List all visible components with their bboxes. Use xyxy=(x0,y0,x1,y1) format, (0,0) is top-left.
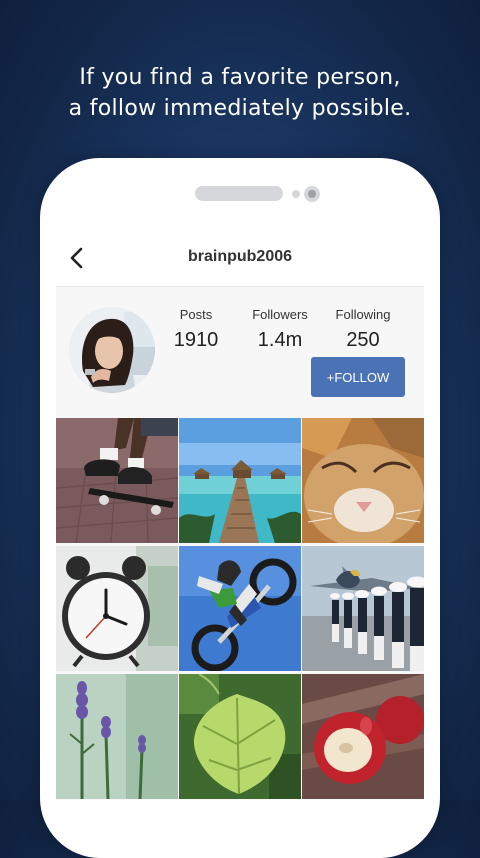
avatar[interactable] xyxy=(69,307,155,393)
stat-followers-label: Followers xyxy=(252,307,308,322)
stat-posts[interactable]: Posts 1910 xyxy=(164,307,228,352)
stat-followers[interactable]: Followers 1.4m xyxy=(242,307,318,352)
stat-posts-label: Posts xyxy=(179,307,213,322)
app-screen: brainpub2006 Posts 1910 Followers 1.4m F… xyxy=(56,232,424,800)
headline-line-1: If you find a favorite person, xyxy=(79,65,401,90)
headline-line-2: a follow immediately possible. xyxy=(68,96,412,121)
photo-alarm-clock[interactable] xyxy=(56,546,178,671)
photo-grid xyxy=(56,418,424,800)
stat-following-value: 250 xyxy=(346,329,380,351)
phone-speaker xyxy=(195,186,283,201)
top-bar: brainpub2006 xyxy=(56,232,424,287)
phone-sensor xyxy=(292,190,300,198)
photo-green-leaf[interactable] xyxy=(179,674,301,799)
phone-camera xyxy=(304,186,320,202)
profile-header: Posts 1910 Followers 1.4m Following 250 … xyxy=(56,287,424,415)
stat-followers-value: 1.4m xyxy=(257,329,303,351)
follow-button[interactable]: +FOLLOW xyxy=(311,357,405,397)
photo-motocross[interactable] xyxy=(179,546,301,671)
profile-username: brainpub2006 xyxy=(187,248,293,265)
promo-headline: If you find a favorite person, a follow … xyxy=(0,62,480,124)
stat-posts-value: 1910 xyxy=(173,329,219,351)
stat-following-label: Following xyxy=(335,307,391,322)
photo-red-apples[interactable] xyxy=(302,674,424,799)
photo-marching-soldiers[interactable] xyxy=(302,546,424,671)
photo-skateboard[interactable] xyxy=(56,418,178,543)
photo-beach-bungalows[interactable] xyxy=(179,418,301,543)
stat-following[interactable]: Following 250 xyxy=(328,307,398,352)
photo-lavender[interactable] xyxy=(56,674,178,799)
photo-cat[interactable] xyxy=(302,418,424,543)
